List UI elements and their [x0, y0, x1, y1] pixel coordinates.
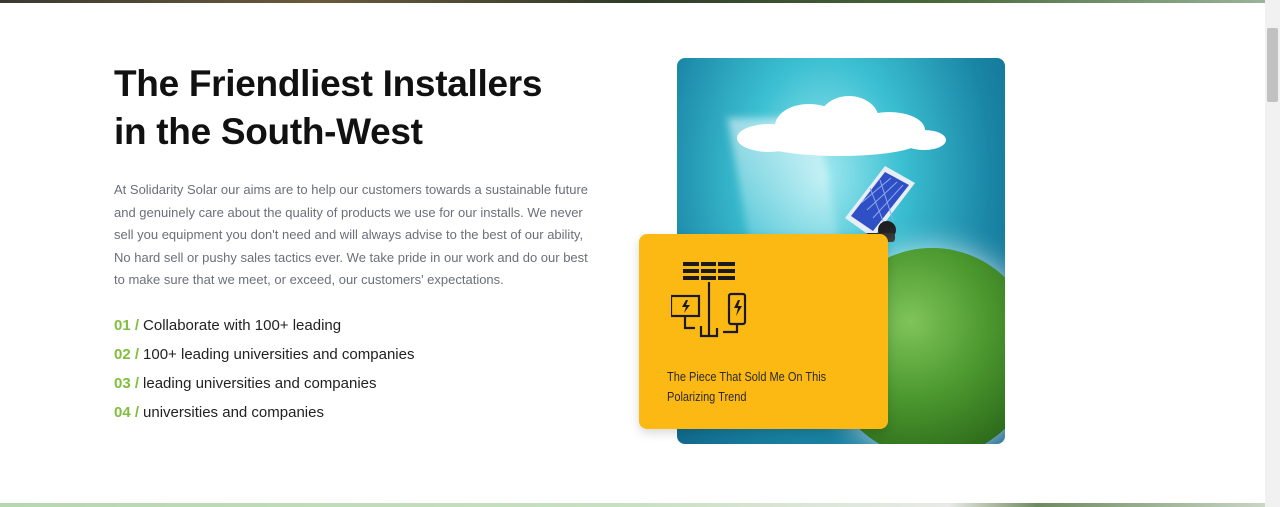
heading-line-2: in the South-West	[114, 111, 423, 152]
scrollbar-thumb[interactable]	[1267, 28, 1278, 102]
feature-number: 01 /	[114, 316, 140, 334]
feature-number: 03 /	[114, 375, 140, 393]
feature-text: leading universities and companies	[143, 375, 377, 393]
section-heading: The Friendliest Installers in the South-…	[114, 60, 584, 156]
bottom-image-strip	[0, 503, 1265, 507]
cloud-illustration	[737, 96, 946, 156]
feature-text: 100+ leading universities and companies	[143, 345, 415, 363]
feature-number: 02 /	[114, 345, 140, 363]
feature-text: universities and companies	[143, 404, 324, 422]
intro-paragraph: At Solidarity Solar our aims are to help…	[114, 182, 589, 287]
top-image-strip	[0, 0, 1265, 3]
feature-number: 04 /	[114, 404, 140, 422]
promo-card-text[interactable]: The Piece That Sold Me On This Polarizin…	[667, 367, 847, 407]
feature-text: Collaborate with 100+ leading	[143, 316, 342, 334]
feature-item-3: 03 /leading universities and companies	[114, 369, 594, 398]
about-section: The Friendliest Installers in the South-…	[114, 60, 594, 428]
feature-item-4: 04 /universities and companies	[114, 398, 594, 427]
promo-card[interactable]: The Piece That Sold Me On This Polarizin…	[639, 234, 888, 429]
solar-energy-icon	[671, 260, 747, 338]
feature-item-1: 01 /Collaborate with 100+ leading	[114, 311, 594, 340]
feature-list: 01 /Collaborate with 100+ leading 02 /10…	[114, 311, 594, 428]
heading-line-1: The Friendliest Installers	[114, 63, 543, 104]
feature-item-2: 02 /100+ leading universities and compan…	[114, 340, 594, 369]
